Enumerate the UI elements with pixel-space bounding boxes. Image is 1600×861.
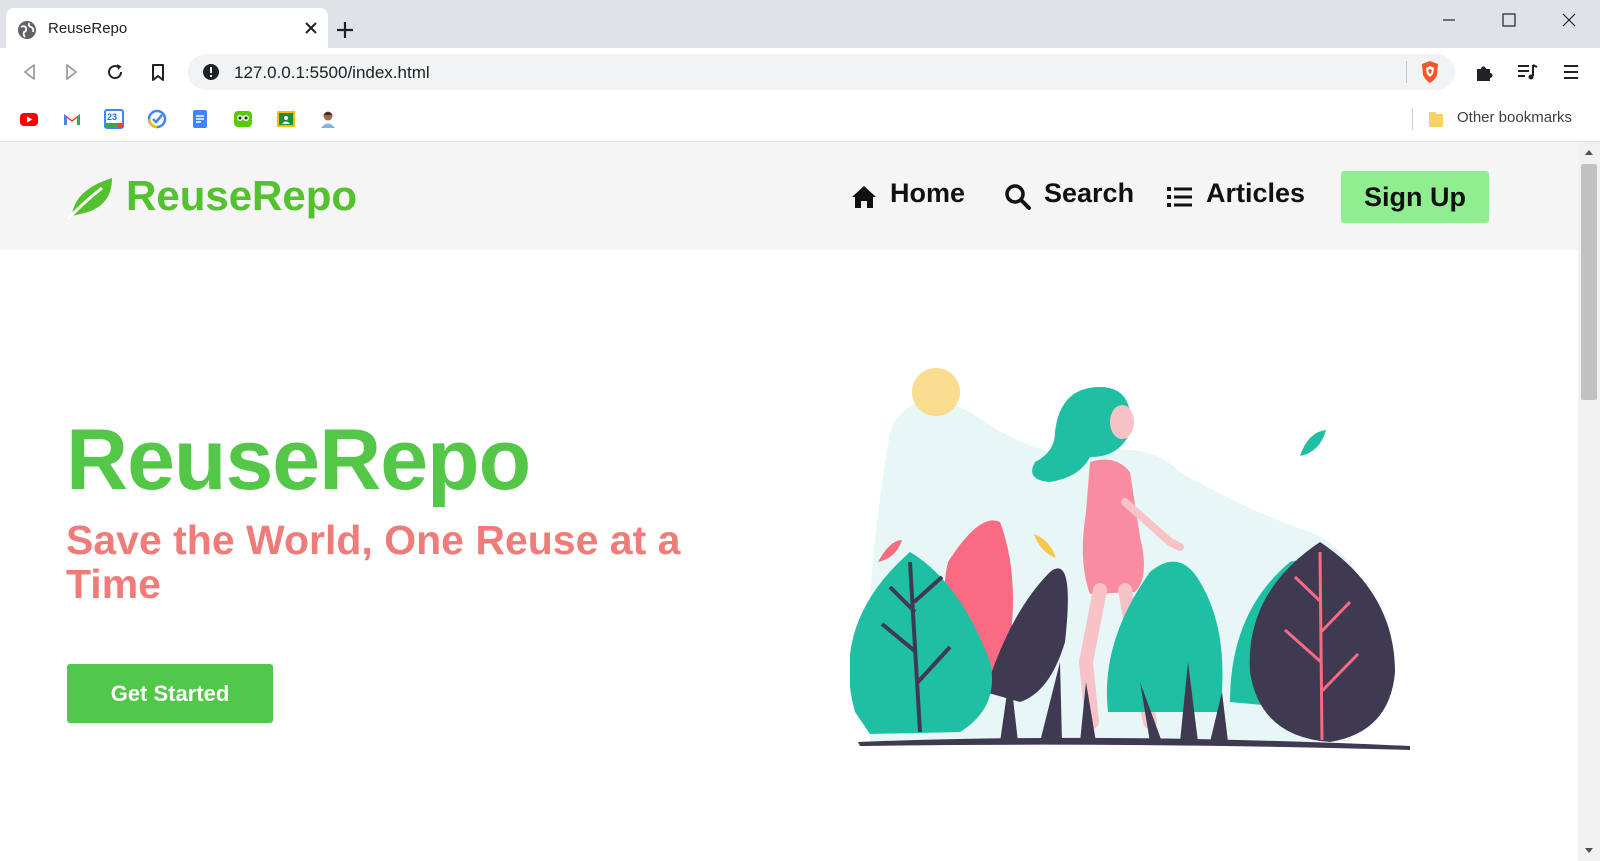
leaf-icon <box>66 178 112 220</box>
gmail-icon[interactable] <box>62 109 82 129</box>
playlist-icon[interactable] <box>1516 61 1538 83</box>
menu-icon[interactable] <box>1560 61 1582 83</box>
avatar-icon[interactable] <box>318 109 338 129</box>
minimize-icon[interactable] <box>1438 9 1460 31</box>
page-scrollbar[interactable] <box>1578 142 1600 861</box>
tab-strip: ReuseRepo <box>0 0 1600 48</box>
forward-icon[interactable] <box>61 62 81 82</box>
scroll-up-icon[interactable] <box>1584 148 1594 156</box>
nav-search-label: Search <box>1044 178 1135 208</box>
bookmarks-divider <box>1412 108 1413 130</box>
close-tab-icon[interactable] <box>302 19 320 37</box>
bookmarks-bar: 23 Other bookmarks <box>0 96 1600 142</box>
extensions-icon[interactable] <box>1474 61 1496 83</box>
site-info-icon[interactable] <box>202 63 220 81</box>
list-icon <box>1167 187 1192 207</box>
duolingo-icon[interactable] <box>233 109 253 129</box>
back-icon[interactable] <box>20 62 40 82</box>
tab-title: ReuseRepo <box>48 20 128 37</box>
get-started-button[interactable]: Get Started <box>67 664 273 723</box>
browser-toolbar: 127.0.0.1:5500/index.html <box>0 48 1600 96</box>
site-navbar: ReuseRepo Home Search Articles Sign Up <box>0 142 1578 250</box>
scrollbar-thumb[interactable] <box>1581 164 1597 400</box>
tasks-icon[interactable] <box>147 109 167 129</box>
nav-articles-label: Articles <box>1206 178 1306 208</box>
youtube-icon[interactable] <box>19 109 39 129</box>
globe-icon <box>18 21 36 39</box>
calendar-day: 23 <box>107 112 118 122</box>
docs-icon[interactable] <box>190 109 210 129</box>
omnibox-divider <box>1406 61 1407 83</box>
calendar-icon[interactable]: 23 <box>104 109 124 129</box>
nav-home-label: Home <box>890 178 966 208</box>
close-window-icon[interactable] <box>1558 9 1580 31</box>
classroom-icon[interactable] <box>276 109 296 129</box>
maximize-icon[interactable] <box>1498 9 1520 31</box>
browser-tab[interactable]: ReuseRepo <box>6 8 328 48</box>
hero-illustration <box>850 368 1410 750</box>
search-icon <box>1005 184 1031 210</box>
scroll-down-icon[interactable] <box>1584 847 1594 855</box>
url-text: 127.0.0.1:5500/index.html <box>234 63 430 82</box>
home-icon <box>852 186 876 208</box>
address-bar[interactable]: 127.0.0.1:5500/index.html <box>188 54 1455 90</box>
other-bookmarks[interactable]: Other bookmarks <box>1457 109 1572 126</box>
brave-shields-icon[interactable] <box>1418 60 1442 84</box>
hero-title: ReuseRepo <box>66 412 531 508</box>
reload-icon[interactable] <box>105 62 125 82</box>
sign-up-button[interactable]: Sign Up <box>1341 171 1489 223</box>
brand-name: ReuseRepo <box>126 172 358 219</box>
hero-subtitle: Save the World, One Reuse at a Time <box>66 517 681 607</box>
new-tab-icon[interactable] <box>335 20 355 40</box>
folder-icon <box>1429 112 1443 127</box>
page-viewport: ReuseRepo Home Search Articles Sign Up R <box>0 142 1578 861</box>
bookmark-icon[interactable] <box>148 62 168 82</box>
